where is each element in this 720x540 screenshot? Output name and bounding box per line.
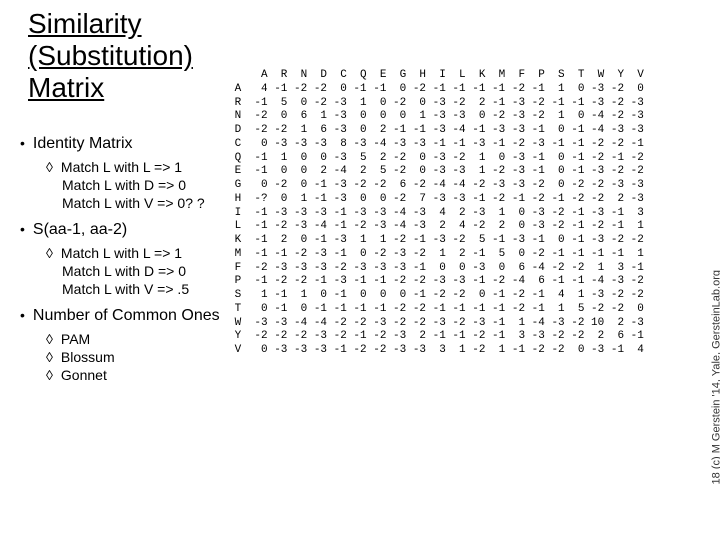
diamond-icon: ◊ — [46, 331, 53, 347]
diamond-icon: ◊ — [46, 245, 53, 261]
credit-text: 18 (c) M Gerstein '14, Yale, GersteinLab… — [710, 270, 720, 484]
diamond-icon: ◊ — [46, 367, 53, 383]
diamond-icon: ◊ — [46, 159, 53, 175]
bullet-identity-matrix-label: Identity Matrix — [33, 135, 133, 153]
subbullet-gonnet: ◊Gonnet — [46, 367, 275, 383]
substitution-matrix-table: A R N D C Q E G H I L K M F P S T W Y V … — [228, 69, 644, 358]
bullet-dot-icon: • — [20, 307, 25, 323]
diamond-icon: ◊ — [46, 349, 53, 365]
slide-title: Similarity (Substitution) Matrix — [28, 8, 193, 105]
title-line-2: (Substitution) — [28, 40, 193, 71]
bullet-s-aa-label: S(aa-1, aa-2) — [33, 221, 127, 239]
title-line-1: Similarity — [28, 8, 142, 39]
bullet-dot-icon: • — [20, 221, 25, 237]
bullet-dot-icon: • — [20, 135, 25, 151]
title-line-3: Matrix — [28, 72, 104, 103]
bullet-common-ones-label: Number of Common Ones — [33, 307, 220, 325]
